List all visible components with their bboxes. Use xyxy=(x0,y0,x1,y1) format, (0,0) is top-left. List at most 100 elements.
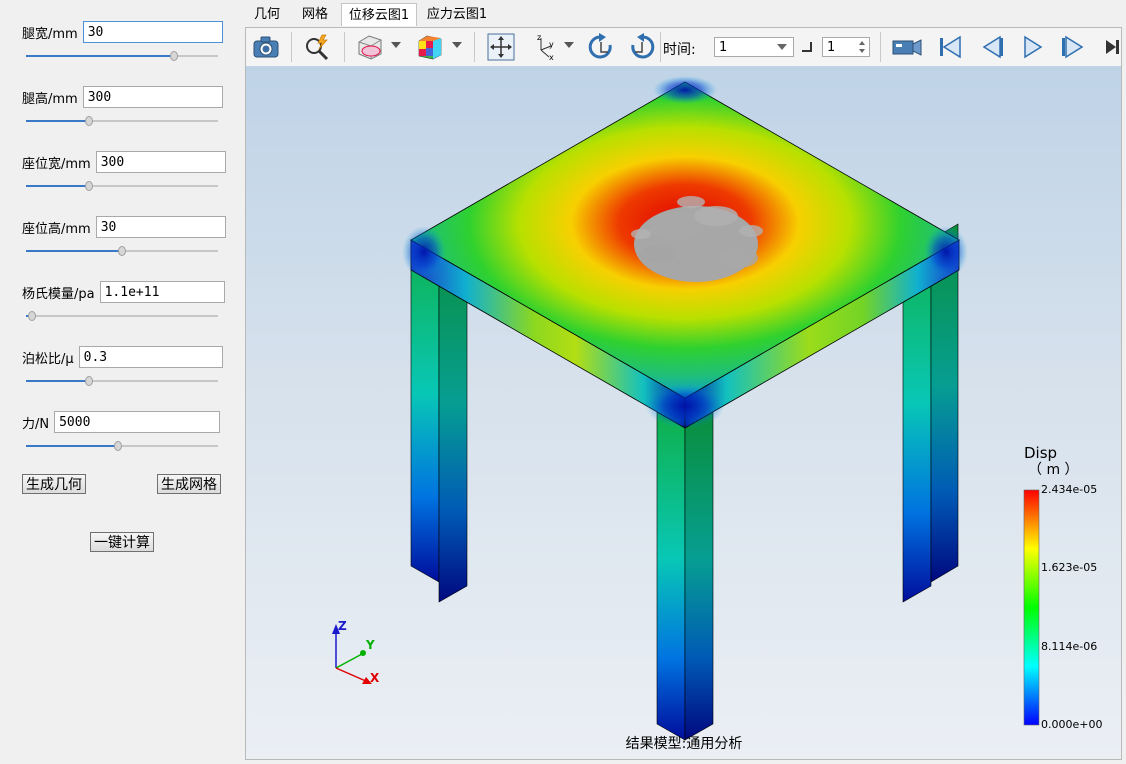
seat-width-input[interactable] xyxy=(95,151,226,173)
section-view-icon[interactable] xyxy=(354,32,384,62)
force-input[interactable] xyxy=(54,411,221,433)
play-icon[interactable] xyxy=(1017,32,1047,62)
seat-width-slider[interactable] xyxy=(26,180,218,192)
corner-low-disp xyxy=(924,226,968,278)
chevron-down-icon[interactable] xyxy=(564,42,574,48)
param-label: 腿宽/mm xyxy=(22,26,78,42)
time-select-value: 1 xyxy=(719,40,728,55)
time-select[interactable]: 1 xyxy=(714,37,794,57)
slider-thumb[interactable] xyxy=(85,376,94,386)
legend-title: Disp xyxy=(1024,444,1057,462)
slider-fill xyxy=(26,250,122,252)
step-forward-icon[interactable] xyxy=(1058,32,1088,62)
legend-tick: 1.623e-05 xyxy=(1041,561,1097,574)
spin-down-icon[interactable] xyxy=(859,49,865,53)
tab-displacement-contour[interactable]: 位移云图1 xyxy=(341,3,417,26)
step-icon xyxy=(802,42,812,52)
corner-low-disp xyxy=(402,226,446,278)
leg-width-input[interactable] xyxy=(82,21,223,43)
param-row-leg-height: 腿高/mm xyxy=(22,85,223,109)
slider-fill xyxy=(26,120,90,122)
svg-text:x: x xyxy=(549,53,554,62)
step-backward-icon[interactable] xyxy=(976,32,1006,62)
viewer-toolbar: z y x 时间: 1 1 xyxy=(245,27,1122,67)
youngs-modulus-input[interactable] xyxy=(99,281,225,303)
slider-thumb[interactable] xyxy=(169,51,178,61)
svg-text:z: z xyxy=(537,33,541,42)
table-displacement-model[interactable]: Z Y X Disp （ m ） 2.434e-05 1.623e-05 8.1… xyxy=(246,66,1122,760)
fit-view-icon[interactable] xyxy=(486,32,516,62)
param-label: 座位高/mm xyxy=(22,221,91,237)
front-leg-right-face xyxy=(684,411,714,741)
generate-mesh-button[interactable]: 生成网格 xyxy=(157,474,221,494)
tab-stress-contour[interactable]: 应力云图1 xyxy=(419,3,495,26)
poisson-ratio-input[interactable] xyxy=(78,346,223,368)
front-leg-left-face xyxy=(656,411,686,741)
slider-thumb[interactable] xyxy=(85,181,94,191)
axis-label-z: Z xyxy=(338,619,347,633)
generate-geometry-button[interactable]: 生成几何 xyxy=(22,474,86,494)
tab-geometry[interactable]: 几何 xyxy=(244,3,290,26)
rotate-ccw-icon[interactable] xyxy=(627,32,657,62)
step-spinbox[interactable]: 1 xyxy=(822,37,870,57)
param-label: 力/N xyxy=(22,416,50,432)
result-tabs: 几何 网格 位移云图1 应力云图1 xyxy=(244,0,1126,26)
param-label: 泊松比/μ xyxy=(22,351,74,367)
param-label: 腿高/mm xyxy=(22,91,78,107)
back-left-leg-front xyxy=(410,239,440,583)
time-label: 时间: xyxy=(663,42,696,58)
axis-label-y: Y xyxy=(365,638,375,652)
rotate-cw-icon[interactable] xyxy=(586,32,616,62)
param-row-leg-width: 腿宽/mm xyxy=(22,20,223,44)
step-spinbox-value: 1 xyxy=(827,40,836,55)
axes-triad: Z Y X xyxy=(332,619,380,685)
slider-thumb[interactable] xyxy=(118,246,126,256)
slider-fill xyxy=(26,185,90,187)
seat-height-input[interactable] xyxy=(95,216,226,238)
axis-label-x: X xyxy=(370,671,380,685)
force-slider[interactable] xyxy=(26,440,218,452)
param-row-poisson: 泊松比/μ xyxy=(22,345,223,369)
corner-low-disp xyxy=(653,76,717,104)
displacement-color-legend: Disp （ m ） 2.434e-05 1.623e-05 8.114e-06… xyxy=(1023,444,1102,731)
seat-height-slider[interactable] xyxy=(26,245,218,257)
legend-color-bar xyxy=(1023,489,1040,726)
axes-orientation-icon[interactable]: z y x xyxy=(529,32,559,62)
leg-height-slider[interactable] xyxy=(26,115,218,127)
leg-height-input[interactable] xyxy=(82,86,223,108)
colormap-cube-icon[interactable] xyxy=(414,32,444,62)
result-viewport[interactable]: Z Y X Disp （ m ） 2.434e-05 1.623e-05 8.1… xyxy=(245,66,1122,760)
chevron-down-icon xyxy=(777,44,787,50)
slider-thumb[interactable] xyxy=(85,116,94,126)
slider-fill xyxy=(26,55,174,57)
tab-mesh[interactable]: 网格 xyxy=(290,3,340,26)
skip-to-end-icon[interactable] xyxy=(1102,32,1122,62)
param-row-youngs-modulus: 杨氏模量/pa xyxy=(22,280,225,304)
slider-thumb[interactable] xyxy=(27,311,36,321)
param-row-seat-height: 座位高/mm xyxy=(22,215,226,239)
chevron-down-icon[interactable] xyxy=(391,42,401,48)
slider-fill xyxy=(26,380,90,382)
youngs-modulus-slider[interactable] xyxy=(26,310,218,322)
skip-to-start-icon[interactable] xyxy=(934,32,964,62)
legend-tick: 0.000e+00 xyxy=(1041,718,1102,731)
zoom-quick-icon[interactable] xyxy=(302,32,332,62)
legend-tick: 2.434e-05 xyxy=(1041,483,1097,496)
chevron-down-icon[interactable] xyxy=(452,42,462,48)
camera-snapshot-icon[interactable] xyxy=(251,32,281,62)
compute-button[interactable]: 一键计算 xyxy=(90,532,154,552)
slider-fill xyxy=(26,445,119,447)
legend-unit: （ m ） xyxy=(1028,462,1079,478)
corner-low-disp xyxy=(645,384,725,428)
video-record-icon[interactable] xyxy=(891,32,922,62)
param-label: 座位宽/mm xyxy=(22,156,91,172)
svg-text:y: y xyxy=(549,40,554,49)
leg-width-slider[interactable] xyxy=(26,50,218,62)
param-label: 杨氏模量/pa xyxy=(22,286,95,302)
model-caption: 结果模型:通用分析 xyxy=(626,736,743,752)
parameter-panel: 腿宽/mm 腿高/mm 座位宽/mm 座位高/mm 杨氏模量/pa 泊松比/μ xyxy=(0,0,240,764)
slider-thumb[interactable] xyxy=(114,441,123,451)
poisson-ratio-slider[interactable] xyxy=(26,375,218,387)
spin-up-icon[interactable] xyxy=(859,41,865,45)
param-row-force: 力/N xyxy=(22,410,221,434)
